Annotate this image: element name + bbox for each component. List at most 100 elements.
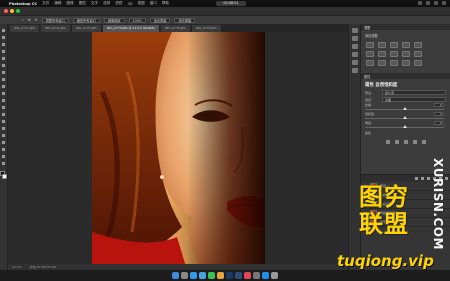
zoom-in-icon[interactable]: ⊕ (28, 18, 31, 22)
dodge-tool-icon[interactable] (1, 119, 7, 124)
hue-saturation-icon[interactable] (366, 51, 374, 57)
background-color-swatch[interactable] (2, 174, 7, 179)
trash-icon[interactable] (421, 140, 426, 144)
shape-tool-icon[interactable] (1, 147, 7, 152)
gradient-map-icon[interactable] (402, 60, 410, 66)
zoom-tool-icon[interactable]: ⌕ (22, 18, 24, 22)
document-tab[interactable]: IMG_0771.JPG (10, 25, 40, 32)
search-icon[interactable] (434, 1, 438, 5)
menu-item-filter[interactable]: 滤镜 (115, 1, 122, 6)
menu-item-file[interactable]: 文件 (42, 1, 49, 6)
crop-tool-icon[interactable] (1, 56, 7, 61)
zoom-100-button[interactable]: 100% (128, 17, 146, 23)
menu-item-view[interactable]: 视图 (138, 1, 145, 6)
lasso-tool-icon[interactable] (1, 42, 7, 47)
trash-icon[interactable] (271, 272, 278, 279)
color-panel-icon[interactable] (351, 44, 358, 49)
posterize-icon[interactable] (378, 60, 386, 66)
levels-icon[interactable] (378, 42, 386, 48)
document-tab[interactable]: IMG_0776.JPG (191, 25, 222, 32)
quick-select-tool-icon[interactable] (1, 49, 7, 54)
clip-to-layer-icon[interactable] (385, 140, 390, 144)
menu-item-help[interactable]: 帮助 (162, 1, 169, 6)
curves-icon[interactable] (390, 42, 398, 48)
channel-mixer-icon[interactable] (414, 51, 422, 57)
pen-tool-icon[interactable] (1, 126, 7, 131)
battery-icon[interactable] (426, 1, 430, 5)
brush-tool-icon[interactable] (1, 77, 7, 82)
clone-stamp-tool-icon[interactable] (1, 84, 7, 89)
healing-brush-tool-icon[interactable] (1, 70, 7, 75)
character-panel-icon[interactable] (351, 60, 358, 65)
document-tab[interactable]: IMG_0772.JPG (40, 25, 71, 32)
lightness-value-input[interactable]: 0 (434, 121, 444, 125)
delete-layer-icon[interactable] (445, 177, 448, 180)
music-icon[interactable] (244, 272, 251, 279)
close-window-button[interactable] (4, 9, 8, 13)
paragraph-panel-icon[interactable] (351, 68, 358, 73)
history-panel-icon[interactable] (351, 28, 358, 33)
path-select-tool-icon[interactable] (1, 140, 7, 145)
gradient-tool-icon[interactable] (1, 105, 7, 110)
preset-select[interactable]: 默认值 (382, 90, 446, 95)
marquee-tool-icon[interactable] (1, 35, 7, 40)
menu-item-3d[interactable]: 3D (127, 2, 132, 6)
actions-panel-icon[interactable] (351, 36, 358, 41)
colorize-checkbox[interactable]: 着色 (365, 131, 379, 135)
menu-item-layer[interactable]: 图层 (79, 1, 86, 6)
zoom-level[interactable]: 12.5% (12, 265, 22, 269)
add-mask-icon[interactable] (427, 177, 430, 180)
swatches-panel-icon[interactable] (351, 52, 358, 57)
photos-icon[interactable] (217, 272, 224, 279)
zoom-tool-icon[interactable] (1, 161, 7, 166)
vibrance-icon[interactable] (414, 42, 422, 48)
reset-icon[interactable] (403, 140, 408, 144)
hue-value-input[interactable]: 0 (434, 103, 444, 107)
document-tab[interactable]: IMG_0775.JPG (160, 25, 191, 32)
threshold-icon[interactable] (390, 60, 398, 66)
menu-item-select[interactable]: 选择 (103, 1, 110, 6)
mail-icon[interactable] (199, 272, 206, 279)
properties-tab[interactable]: 属性 (364, 74, 370, 79)
launchpad-icon[interactable] (181, 272, 188, 279)
saturation-value-input[interactable]: 0 (434, 112, 444, 116)
channel-select[interactable]: 全图 (382, 97, 446, 102)
invert-icon[interactable] (366, 60, 374, 66)
minimize-window-button[interactable] (10, 9, 14, 13)
toggle-visibility-icon[interactable] (412, 140, 417, 144)
portrait-photo[interactable] (92, 32, 265, 270)
color-balance-icon[interactable] (378, 51, 386, 57)
blur-tool-icon[interactable] (1, 112, 7, 117)
canvas-workspace[interactable] (8, 32, 348, 270)
menu-item-edit[interactable]: 编辑 (54, 1, 61, 6)
menu-item-image[interactable]: 图像 (67, 1, 74, 6)
scrubby-zoom-checkbox[interactable]: 细微缩放 (103, 17, 125, 23)
menu-app-name[interactable]: Photoshop CC (9, 2, 37, 6)
adjustments-tab[interactable]: 调整 (364, 25, 370, 30)
black-white-icon[interactable] (390, 51, 398, 57)
link-layers-icon[interactable] (415, 177, 418, 180)
zoom-out-icon[interactable]: ⊖ (35, 18, 38, 22)
type-tool-icon[interactable] (1, 133, 7, 138)
fill-screen-button[interactable]: 填充屏幕 (174, 17, 196, 23)
history-brush-tool-icon[interactable] (1, 91, 7, 96)
photoshop-icon[interactable] (226, 272, 233, 279)
move-tool-icon[interactable] (1, 28, 7, 33)
eyedropper-tool-icon[interactable] (1, 63, 7, 68)
lightness-slider-thumb[interactable] (402, 125, 407, 128)
resize-windows-checkbox[interactable]: 调整所有窗口 (41, 17, 69, 23)
menu-item-type[interactable]: 文字 (91, 1, 98, 6)
app-store-icon[interactable] (262, 272, 269, 279)
finder-icon[interactable] (172, 272, 179, 279)
brightness-contrast-icon[interactable] (366, 42, 374, 48)
hand-tool-icon[interactable] (1, 154, 7, 159)
saturation-slider-thumb[interactable] (402, 116, 407, 119)
safari-icon[interactable] (190, 272, 197, 279)
view-previous-icon[interactable] (394, 140, 399, 144)
eraser-tool-icon[interactable] (1, 98, 7, 103)
layer-style-icon[interactable] (421, 177, 424, 180)
wifi-icon[interactable] (418, 1, 422, 5)
hue-slider-thumb[interactable] (402, 107, 407, 110)
document-tab[interactable]: IMG_0773.JPG (71, 25, 102, 32)
document-tab-active[interactable]: IMG_0774.JPG @ 12.5% (RGB/8) (102, 25, 160, 32)
